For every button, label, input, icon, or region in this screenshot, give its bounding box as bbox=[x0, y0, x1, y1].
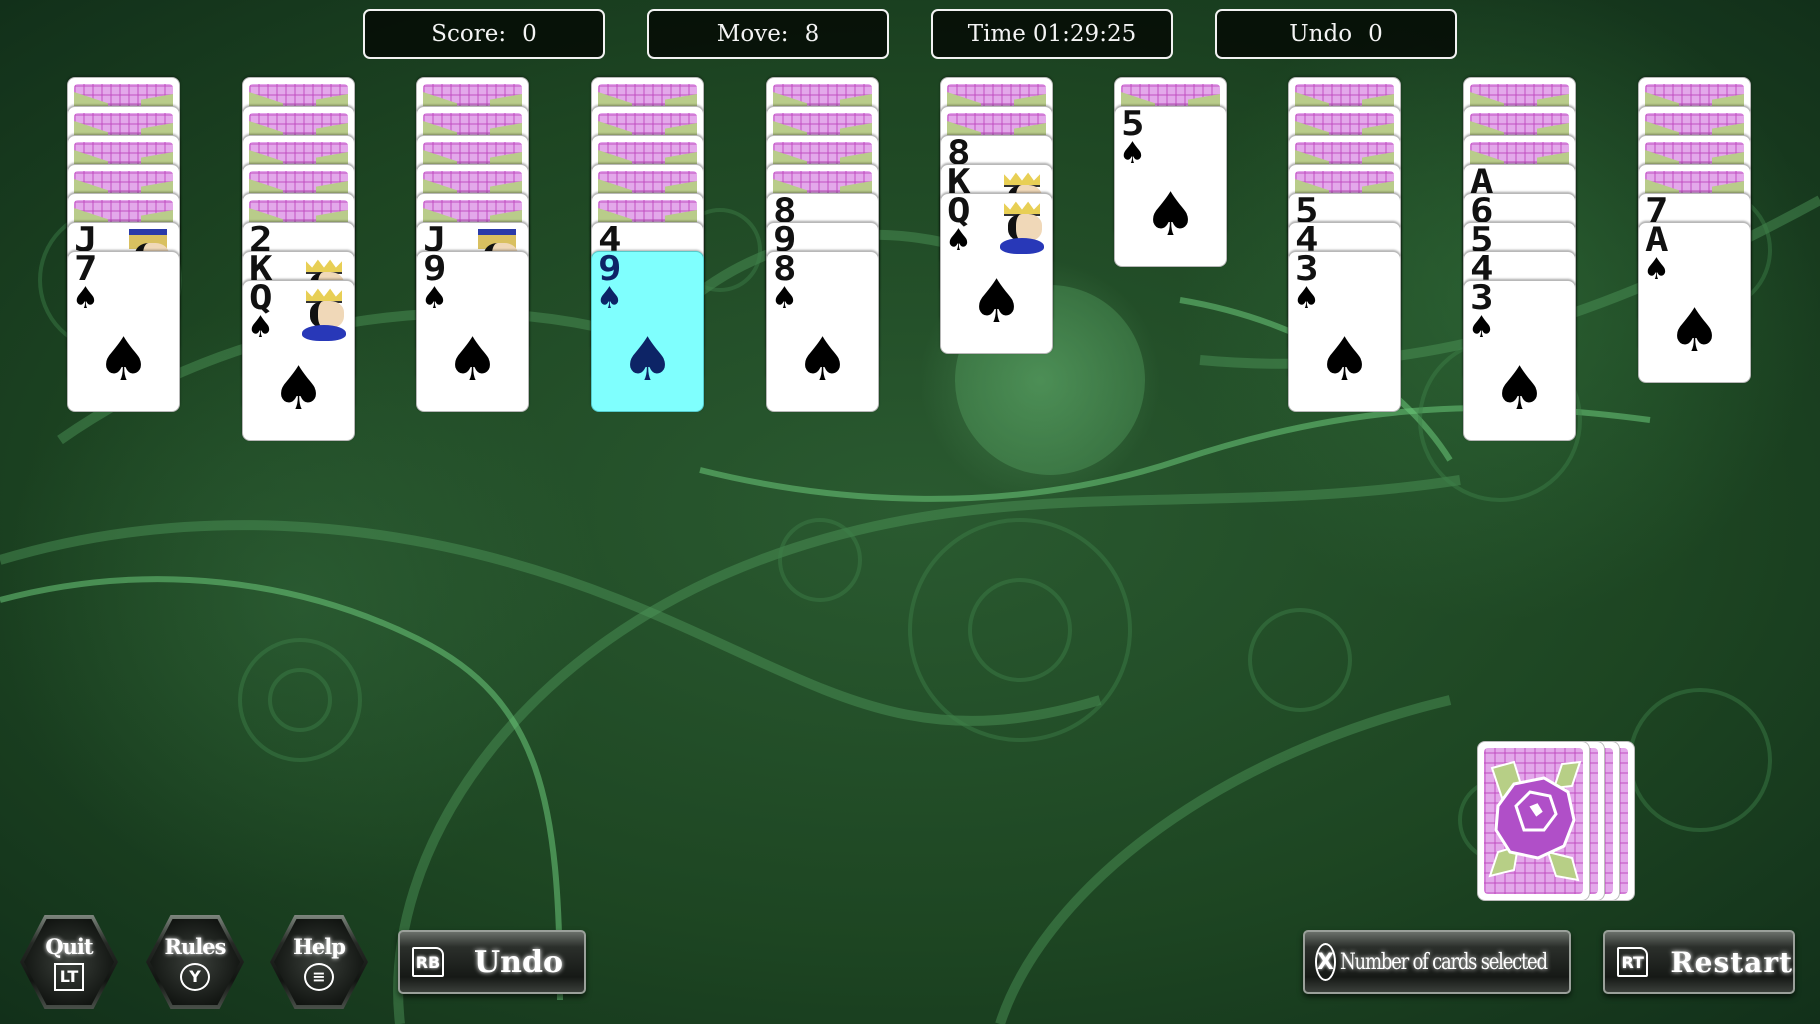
spade-icon: ♠ bbox=[1119, 136, 1146, 171]
rt-trigger-icon: RT bbox=[1617, 947, 1649, 977]
lt-trigger-icon: LT bbox=[54, 962, 84, 991]
spade-icon: ♠ bbox=[1643, 252, 1670, 287]
spade-icon: ♠ bbox=[1667, 296, 1722, 366]
restart-button-label: Restart bbox=[1670, 945, 1793, 979]
undo-value: 0 bbox=[1368, 21, 1383, 47]
quit-label: Quit bbox=[45, 933, 93, 959]
spade-icon: ♠ bbox=[969, 267, 1024, 337]
card-rank: 8 bbox=[773, 251, 797, 289]
help-label: Help bbox=[293, 933, 346, 959]
undo-button[interactable]: RB Undo bbox=[398, 930, 586, 994]
rose-icon bbox=[1488, 760, 1582, 882]
undo-label: Undo bbox=[1289, 21, 1353, 47]
restart-button[interactable]: RT Restart bbox=[1603, 930, 1795, 994]
stock-card-top[interactable] bbox=[1477, 741, 1590, 901]
card-rank: 3 bbox=[1295, 251, 1319, 289]
score-label: Score: bbox=[431, 21, 507, 47]
move-value: 8 bbox=[804, 21, 820, 47]
card-rank: A bbox=[1645, 222, 1669, 260]
stock-pile[interactable] bbox=[1477, 741, 1637, 902]
card-rank: 9 bbox=[423, 251, 447, 289]
spade-icon: ♠ bbox=[1317, 325, 1372, 395]
playing-card[interactable]: 3 ♠ ♠ bbox=[1288, 251, 1401, 412]
card-rank: Q bbox=[249, 280, 273, 318]
time-value: 01:29:25 bbox=[1032, 21, 1137, 47]
score-value: 0 bbox=[522, 21, 537, 47]
spade-icon: ♠ bbox=[945, 223, 972, 258]
spade-icon: ♠ bbox=[1293, 281, 1320, 316]
number-of-cards-selected-label: Number of cards selected bbox=[1339, 949, 1548, 975]
spade-icon: ♠ bbox=[271, 354, 326, 424]
x-button-icon: X bbox=[1315, 943, 1336, 981]
playing-card[interactable]: 7♠♠ bbox=[67, 251, 180, 412]
playing-card[interactable]: Q ♠ ♠ bbox=[940, 193, 1053, 354]
queen-portrait-icon bbox=[302, 287, 346, 347]
spade-icon: ♠ bbox=[771, 281, 798, 316]
score-display: Score: 0 bbox=[363, 9, 605, 59]
spade-icon: ♠ bbox=[1468, 310, 1495, 345]
card-rank: 9 bbox=[598, 251, 622, 289]
playing-card[interactable]: A♠♠ bbox=[1638, 222, 1751, 383]
spade-icon: ♠ bbox=[1492, 354, 1547, 424]
selected-card[interactable]: 9 ♠ ♠ bbox=[591, 251, 704, 412]
card-rank: Q bbox=[947, 193, 971, 231]
y-button-icon: Y bbox=[180, 962, 210, 991]
spade-icon: ♠ bbox=[96, 325, 151, 395]
spade-icon: ♠ bbox=[1143, 180, 1198, 250]
rules-label: Rules bbox=[164, 933, 227, 959]
spade-icon: ♠ bbox=[421, 281, 448, 316]
move-counter: Move: 8 bbox=[647, 9, 889, 59]
queen-portrait-icon bbox=[1000, 200, 1044, 260]
undo-counter: Undo 0 bbox=[1215, 9, 1457, 59]
spade-icon: ♠ bbox=[445, 325, 500, 395]
card-rank: 5 bbox=[1121, 106, 1145, 144]
spade-icon: ♠ bbox=[247, 310, 274, 345]
playing-card[interactable]: 3 ♠ ♠ bbox=[1463, 280, 1576, 441]
playing-card[interactable]: 8♠♠ bbox=[766, 251, 879, 412]
number-of-cards-selected-button[interactable]: X Number of cards selected bbox=[1303, 930, 1571, 994]
spade-icon: ♠ bbox=[596, 281, 623, 316]
card-rank: 3 bbox=[1470, 280, 1494, 318]
card-rank: 7 bbox=[74, 251, 98, 289]
move-label: Move: bbox=[716, 21, 789, 47]
time-label: Time bbox=[967, 21, 1026, 47]
playing-card[interactable]: Q ♠ ♠ bbox=[242, 280, 355, 441]
playing-card[interactable]: 5♠♠ bbox=[1114, 106, 1227, 267]
spade-icon: ♠ bbox=[795, 325, 850, 395]
menu-button-icon: ≡ bbox=[304, 962, 334, 991]
undo-button-label: Undo bbox=[474, 944, 563, 980]
playing-card[interactable]: 9♠♠ bbox=[416, 251, 529, 412]
rb-bumper-icon: RB bbox=[412, 947, 444, 977]
timer-display: Time 01:29:25 bbox=[931, 9, 1173, 59]
spade-icon: ♠ bbox=[72, 281, 99, 316]
spade-icon: ♠ bbox=[620, 325, 675, 395]
